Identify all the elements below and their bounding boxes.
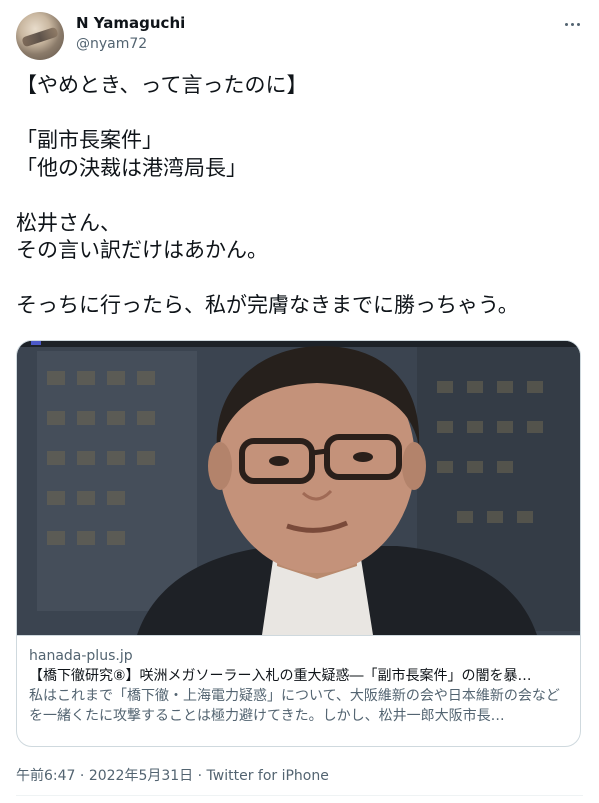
avatar[interactable] — [16, 12, 64, 60]
more-options-icon[interactable] — [560, 14, 584, 34]
meta-separator: · — [75, 768, 89, 784]
more-dot — [576, 22, 580, 26]
card-description: 私はこれまで「橋下徹・上海電力疑惑」について、大阪維新の会や日本維新の会などを一… — [29, 688, 560, 724]
card-title: 【橋下徹研究⑧】咲洲メガソーラー入札の重大疑惑―「副市長案件」の闇を暴… — [29, 668, 532, 684]
tweet-source-link[interactable]: Twitter for iPhone — [207, 768, 329, 784]
more-dot — [570, 22, 574, 26]
meta-separator: · — [193, 768, 207, 784]
tweet-text: 【やめとき、って言ったのに】 「副市長案件」 「他の決裁は港湾局長」 松井さん、… — [16, 73, 519, 317]
author-handle[interactable]: @nyam72 — [76, 36, 147, 52]
author-display-name[interactable]: N Yamaguchi — [76, 14, 185, 32]
news-photo-icon — [17, 341, 580, 635]
tweet-date-link[interactable]: 2022年5月31日 — [89, 768, 193, 784]
card-domain: hanada-plus.jp — [29, 648, 133, 664]
tweet-timestamp: 午前6:47 · 2022年5月31日 · Twitter for iPhone — [16, 765, 329, 785]
link-card[interactable]: hanada-plus.jp 【橋下徹研究⑧】咲洲メガソーラー入札の重大疑惑―「… — [16, 340, 581, 747]
more-dot — [564, 22, 568, 26]
card-meta[interactable]: hanada-plus.jp 【橋下徹研究⑧】咲洲メガソーラー入札の重大疑惑―「… — [17, 635, 580, 746]
tweet-time-link[interactable]: 午前6:47 — [16, 768, 75, 784]
divider — [16, 795, 583, 796]
card-image[interactable] — [17, 341, 580, 635]
